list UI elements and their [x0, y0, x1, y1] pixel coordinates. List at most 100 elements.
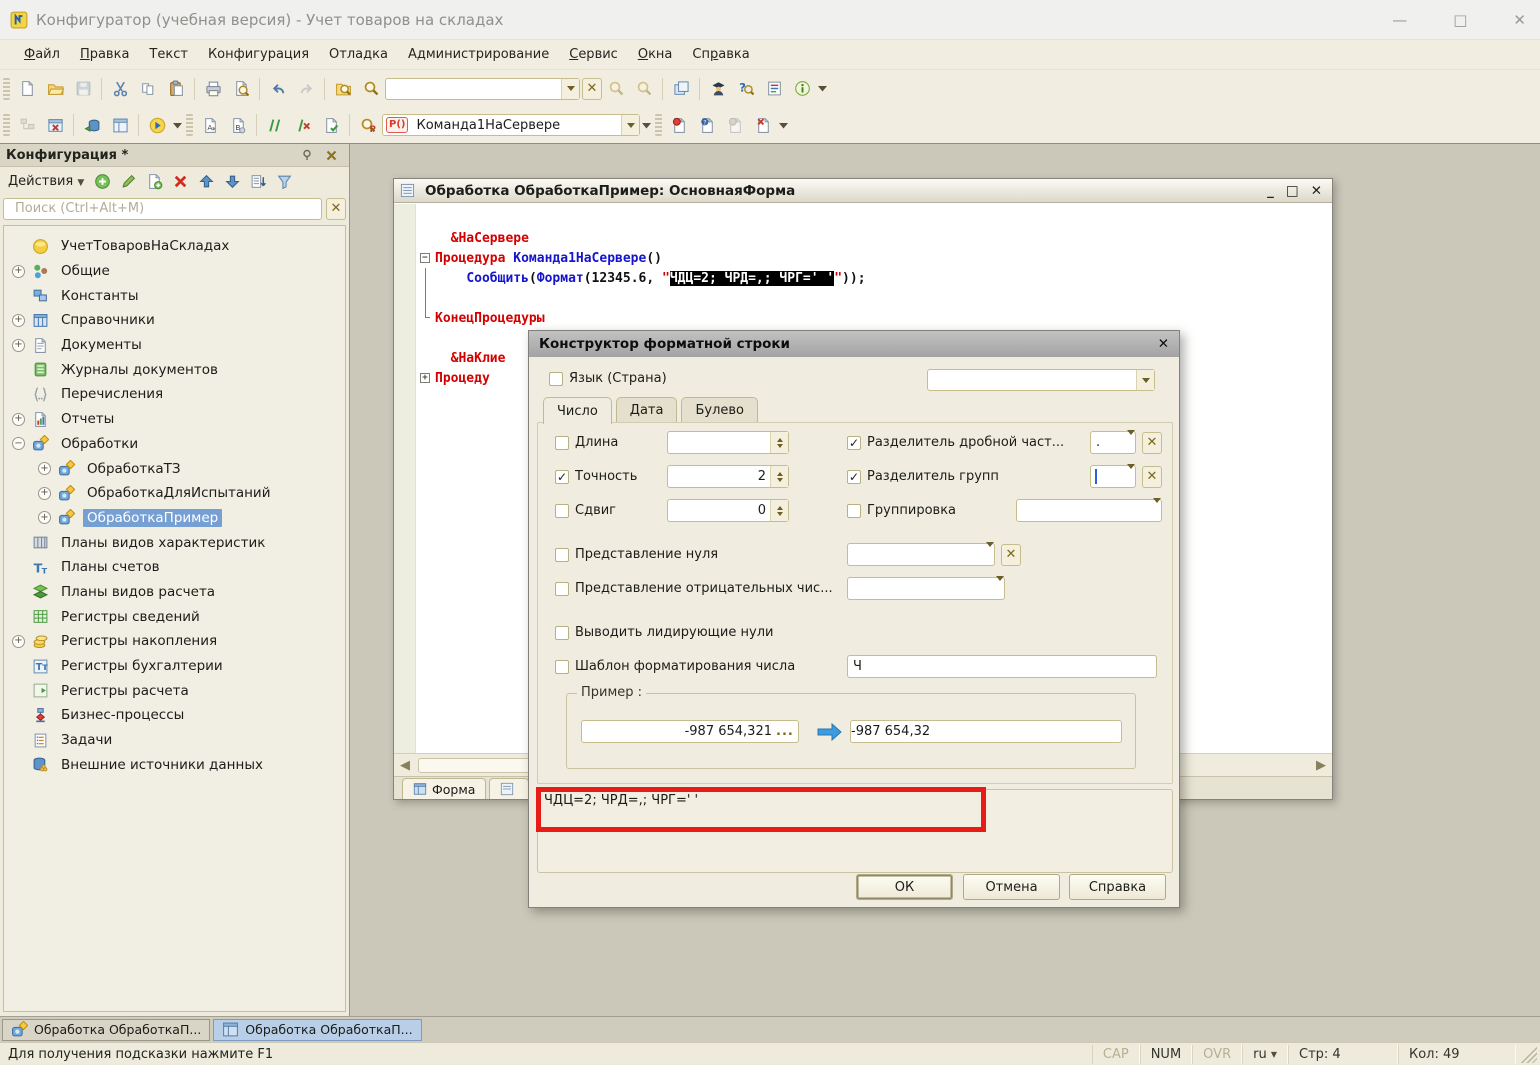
dialog-tab-3[interactable]: Булево [681, 397, 758, 422]
close-button[interactable]: ✕ [1513, 11, 1526, 29]
spinner-icons[interactable] [770, 432, 788, 453]
code-line-6[interactable]: КонецПроцедуры [418, 308, 545, 328]
tree-item-21[interactable]: +Задачи [4, 728, 345, 753]
print-preview-button[interactable] [228, 76, 254, 102]
edit-button[interactable] [116, 169, 140, 193]
close-config-button[interactable] [42, 112, 68, 138]
negative-presentation-combo[interactable] [847, 577, 1005, 600]
code-line-9[interactable]: +Процеду [418, 368, 490, 388]
tree-item-4[interactable]: +Справочники [4, 308, 345, 333]
checkbox-2[interactable]: ✓ [555, 470, 569, 484]
menu-1[interactable]: Файл [14, 44, 70, 65]
window-tab-2[interactable]: Обработка ОбработкаП... [213, 1019, 421, 1041]
syntax-check-button[interactable] [318, 112, 344, 138]
zero-presentation-combo[interactable] [847, 543, 995, 566]
leading-zeros-checkbox[interactable] [555, 626, 569, 640]
sort-button[interactable] [246, 169, 270, 193]
search-text-combo[interactable] [385, 78, 580, 100]
tree-item-14[interactable]: +ТтПланы счетов [4, 555, 345, 580]
delete-button[interactable] [168, 169, 192, 193]
procedure-combo[interactable]: P()Команда1НаСервере [382, 114, 640, 136]
tree-item-5[interactable]: +Документы [4, 333, 345, 358]
uncomment-button[interactable] [290, 112, 316, 138]
redo-button[interactable] [293, 76, 319, 102]
toolbar-overflow-icon[interactable] [816, 76, 828, 102]
tree-item-22[interactable]: +Внешние источники данных [4, 752, 345, 777]
tree-item-6[interactable]: +Журналы документов [4, 357, 345, 382]
expand-icon[interactable]: + [12, 265, 25, 278]
zero-clear-icon[interactable]: ✕ [1001, 544, 1021, 566]
close-panel-icon[interactable] [319, 143, 343, 167]
tree-item-12[interactable]: +ОбработкаПример [4, 506, 345, 531]
format-template-input[interactable]: Ч [847, 655, 1157, 678]
scroll-left-icon[interactable]: ◀ [394, 755, 416, 776]
actions-menu-button[interactable]: Действия ▼ [4, 172, 88, 191]
move-up-button[interactable] [194, 169, 218, 193]
language-checkbox[interactable] [549, 372, 563, 386]
filter-button[interactable] [272, 169, 296, 193]
separator-combo-1[interactable]: . [1090, 431, 1136, 454]
menu-8[interactable]: Окна [628, 44, 683, 65]
expand-icon[interactable]: + [38, 487, 51, 500]
checkbox-right-1[interactable]: ✓ [847, 436, 861, 450]
dialog-titlebar[interactable]: Конструктор форматной строки ✕ [529, 331, 1179, 357]
update-db-config-button[interactable] [79, 112, 105, 138]
code-line-2[interactable]: &НаСервере [418, 228, 529, 248]
clear-combo-icon-1[interactable]: ✕ [1142, 432, 1162, 454]
expand-icon[interactable]: + [12, 635, 25, 648]
sample-input[interactable]: -987 654,321 ... [581, 720, 799, 743]
checkbox-right-2[interactable]: ✓ [847, 470, 861, 484]
code-line-8[interactable]: &НаКлие [418, 348, 505, 368]
tree-item-9[interactable]: −Обработки [4, 432, 345, 457]
tree-item-11[interactable]: +ОбработкаДляИспытаний [4, 481, 345, 506]
fold-minus-icon[interactable]: − [418, 248, 435, 268]
window-tab-1[interactable]: Обработка ОбработкаП... [2, 1019, 210, 1041]
maximize-button[interactable]: □ [1453, 11, 1467, 29]
minimize-button[interactable]: — [1392, 11, 1407, 29]
open-file-button[interactable] [42, 76, 68, 102]
breakpoint-condition-button[interactable]: ? [694, 112, 720, 138]
find-procedure-button[interactable]: P [355, 112, 381, 138]
tree-item-3[interactable]: +Константы [4, 283, 345, 308]
scroll-right-icon[interactable]: ▶ [1310, 755, 1332, 776]
copy-button[interactable] [135, 76, 161, 102]
add-button[interactable] [90, 169, 114, 193]
tree-item-2[interactable]: +Общие [4, 259, 345, 284]
expand-icon[interactable]: + [12, 314, 25, 327]
tree-item-19[interactable]: +Регистры расчета [4, 678, 345, 703]
tab-module[interactable] [489, 778, 529, 799]
tree-item-10[interactable]: +ОбработкаТЗ [4, 456, 345, 481]
procedure-list-overflow-icon[interactable] [640, 112, 652, 138]
print-button[interactable] [200, 76, 226, 102]
checkbox-right-3[interactable] [847, 504, 861, 518]
ok-button[interactable]: ОК [856, 874, 953, 900]
menu-9[interactable]: Справка [682, 44, 759, 65]
menu-2[interactable]: Правка [70, 44, 139, 65]
dialog-close-button[interactable]: ✕ [1158, 336, 1169, 352]
tree-item-8[interactable]: +Отчеты [4, 407, 345, 432]
clear-combo-icon-2[interactable]: ✕ [1142, 466, 1162, 488]
dialog-tab-2[interactable]: Дата [616, 397, 678, 422]
menu-4[interactable]: Конфигурация [198, 44, 319, 65]
language-indicator[interactable]: ru ▼ [1242, 1045, 1288, 1064]
help-button[interactable]: Справка [1069, 874, 1166, 900]
pin-icon[interactable] [295, 143, 319, 167]
spinner-icons[interactable] [770, 500, 788, 521]
spinner-field-1[interactable] [667, 431, 789, 454]
goto-usage-button[interactable]: B [225, 112, 251, 138]
editor-maximize-button[interactable]: □ [1286, 183, 1299, 199]
collapse-icon[interactable]: − [12, 437, 25, 450]
language-combo[interactable] [927, 369, 1155, 391]
menu-6[interactable]: Администрирование [398, 44, 559, 65]
dialog-tab-1[interactable]: Число [543, 397, 612, 424]
tree-item-20[interactable]: +Бизнес-процессы [4, 703, 345, 728]
tree-item-16[interactable]: +Регистры сведений [4, 604, 345, 629]
negative-presentation-checkbox[interactable] [555, 582, 569, 596]
expand-icon[interactable]: + [12, 413, 25, 426]
checkbox-3[interactable] [555, 504, 569, 518]
info-button[interactable] [789, 76, 815, 102]
save-button[interactable] [70, 76, 96, 102]
start-debug-button[interactable] [144, 112, 170, 138]
cancel-button[interactable]: Отмена [963, 874, 1060, 900]
fold-plus-icon[interactable]: + [418, 368, 435, 388]
